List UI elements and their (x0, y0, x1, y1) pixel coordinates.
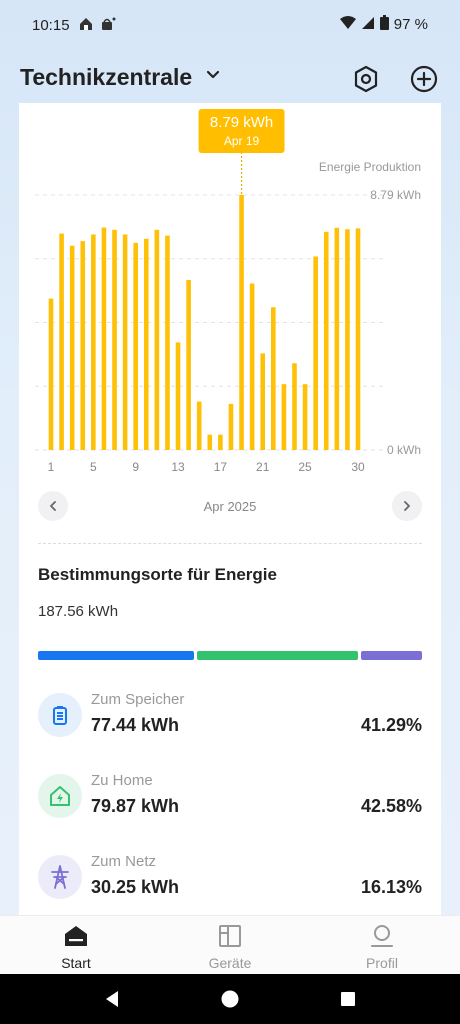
destination-grid[interactable]: Zum Netz 30.25 kWh 16.13% (38, 853, 422, 913)
x-tick-label: 5 (90, 460, 97, 474)
destination-percent: 41.29% (360, 715, 422, 735)
bar-day-11[interactable] (154, 229, 160, 450)
bottom-navigation: Start Geräte Profil (0, 915, 460, 974)
x-tick-label: 30 (351, 460, 365, 474)
destinations-total: 187.56 kWh (38, 603, 119, 620)
destination-percent: 42.58% (360, 796, 422, 816)
bar-day-27[interactable] (323, 231, 329, 450)
profile-icon (369, 925, 395, 952)
nav-label: Start (61, 955, 91, 971)
bar-day-13[interactable] (175, 342, 181, 450)
bar-day-21[interactable] (260, 353, 266, 450)
power-tower-icon (38, 855, 82, 899)
devices-icon (217, 925, 243, 952)
x-tick-label: 17 (214, 460, 228, 474)
home-circle-icon[interactable] (221, 990, 239, 1013)
system-navigation-bar (0, 974, 460, 1024)
y-tick-label: 0 kWh (387, 443, 421, 457)
bar-day-1[interactable] (48, 298, 54, 450)
next-month-button[interactable] (392, 491, 422, 521)
plus-circle-icon[interactable] (409, 64, 439, 94)
home-icon (63, 926, 89, 952)
signal-icon (361, 16, 375, 34)
back-icon[interactable] (103, 990, 121, 1013)
recents-icon[interactable] (340, 990, 356, 1013)
x-tick-label: 13 (171, 460, 185, 474)
destination-storage[interactable]: Zum Speicher 77.44 kWh 41.29% (38, 691, 422, 751)
bar-day-6[interactable] (101, 227, 107, 450)
destination-label: Zum Netz (91, 853, 157, 870)
x-tick-label: 1 (48, 460, 55, 474)
bar-day-20[interactable] (249, 283, 255, 450)
bar-day-7[interactable] (112, 229, 117, 450)
wifi-icon (339, 15, 356, 34)
x-tick-label: 9 (132, 460, 139, 474)
battery-icon (38, 693, 82, 737)
distribution-segment (361, 651, 422, 660)
bar-day-28[interactable] (334, 227, 340, 450)
section-divider (38, 543, 422, 544)
battery-percent: 97 % (393, 16, 428, 33)
month-label: Apr 2025 (203, 499, 257, 514)
bar-day-18[interactable] (228, 403, 234, 450)
chart-title: Energie Produktion (319, 160, 421, 174)
distribution-segment (38, 651, 195, 660)
destination-percent: 16.13% (360, 877, 422, 897)
bar-day-12[interactable] (165, 235, 170, 450)
bar-day-30[interactable] (355, 228, 361, 450)
destination-value: 77.44 kWh (91, 715, 180, 735)
bar-day-19[interactable] (239, 195, 244, 450)
bar-day-25[interactable] (302, 384, 308, 450)
destination-label: Zum Speicher (91, 691, 185, 708)
bar-day-24[interactable] (292, 363, 297, 450)
home-bolt-icon (38, 774, 82, 818)
status-bar: 10:15 97 % (0, 0, 460, 52)
destination-value: 79.87 kWh (91, 796, 180, 816)
bar-day-15[interactable] (196, 401, 202, 450)
chevron-right-icon (404, 501, 410, 511)
shopping-notification-icon (100, 16, 116, 36)
distribution-segment (197, 651, 358, 660)
nav-label: Profil (366, 955, 398, 971)
nav-profil[interactable]: Profil (332, 924, 432, 971)
nav-start[interactable]: Start (26, 924, 126, 971)
distribution-bar (38, 651, 422, 660)
bar-day-22[interactable] (271, 307, 276, 450)
main-card: Energie Produktion 8.79 kWh 0 kWh 1 5 9 13 17… (19, 103, 441, 915)
site-title[interactable]: Technikzentrale (20, 64, 192, 91)
bar-day-23[interactable] (281, 384, 287, 450)
bar-day-5[interactable] (91, 234, 96, 450)
tooltip-date: Apr 19 (224, 134, 260, 148)
destination-label: Zu Home (91, 772, 153, 789)
destination-value: 30.25 kWh (91, 877, 180, 897)
energy-production-chart[interactable]: Energie Produktion 8.79 kWh 0 kWh 1 5 9 13 17… (19, 103, 441, 483)
bar-day-17[interactable] (218, 434, 223, 450)
tooltip-value: 8.79 kWh (210, 114, 273, 131)
bar-day-4[interactable] (80, 241, 86, 450)
nav-geraete[interactable]: Geräte (180, 924, 280, 971)
y-tick-label: 8.79 kWh (370, 188, 421, 202)
hexagon-settings-icon[interactable] (351, 64, 381, 94)
bar-day-2[interactable] (59, 233, 64, 450)
month-navigation: Apr 2025 (38, 491, 422, 523)
battery-icon (379, 15, 389, 34)
bar-day-10[interactable] (143, 238, 149, 450)
bar-day-29[interactable] (345, 229, 350, 450)
home-app-icon (78, 16, 94, 36)
header: Technikzentrale (0, 56, 460, 102)
nav-label: Geräte (208, 955, 252, 971)
destinations-title: Bestimmungsorte für Energie (38, 565, 277, 584)
status-time: 10:15 (32, 17, 70, 34)
x-tick-label: 21 (256, 460, 270, 474)
bar-day-14[interactable] (186, 280, 191, 450)
destination-home[interactable]: Zu Home 79.87 kWh 42.58% (38, 772, 422, 832)
bar-day-8[interactable] (122, 234, 128, 450)
bar-day-3[interactable] (69, 245, 75, 450)
x-tick-label: 25 (298, 460, 312, 474)
bar-day-16[interactable] (207, 434, 213, 450)
chevron-down-icon[interactable] (204, 66, 222, 89)
bar-day-26[interactable] (313, 256, 318, 450)
bar-day-9[interactable] (133, 242, 138, 450)
